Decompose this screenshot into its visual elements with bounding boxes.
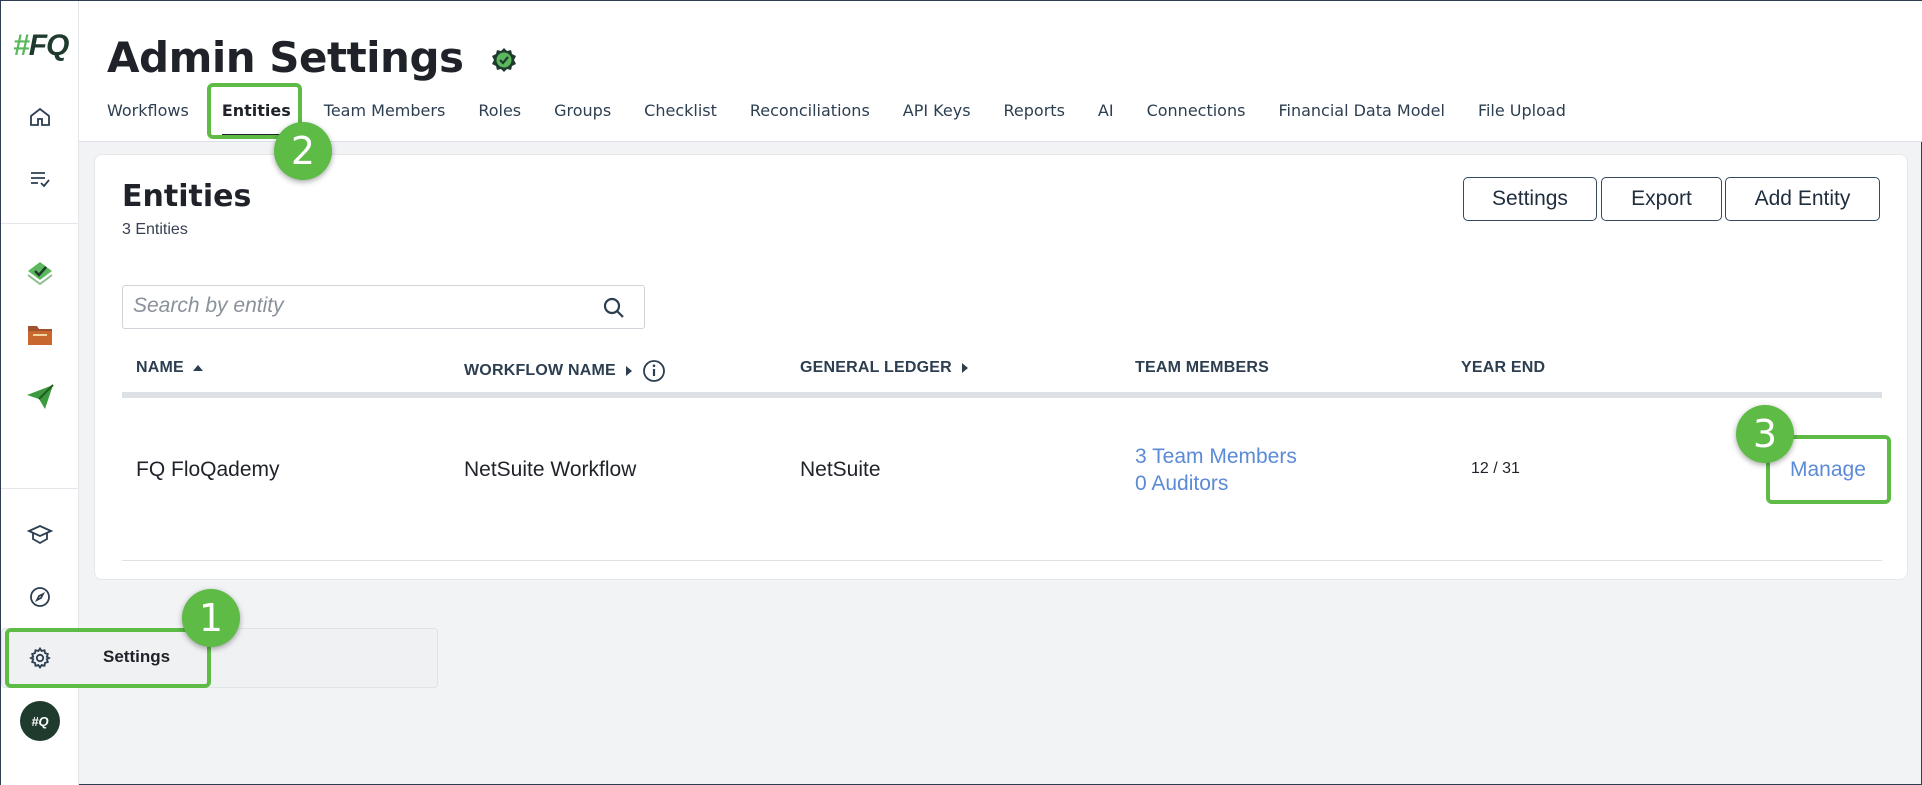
column-header-name[interactable]: NAME — [136, 359, 204, 377]
page-header: Admin Settings Workflows Entities Team M… — [79, 1, 1922, 142]
column-label-year-end: YEAR END — [1461, 359, 1546, 376]
tab-checklist[interactable]: Checklist — [644, 101, 717, 137]
folder-icon[interactable] — [22, 317, 58, 353]
step-badge-1: 1 — [182, 589, 240, 647]
tab-file-upload[interactable]: File Upload — [1478, 101, 1566, 137]
sort-toggle-icon — [625, 366, 632, 376]
avatar[interactable]: #Q — [20, 701, 60, 741]
column-label-team: TEAM MEMBERS — [1135, 359, 1269, 376]
tab-roles[interactable]: Roles — [478, 101, 521, 137]
search-icon[interactable] — [602, 296, 626, 325]
table-header-divider — [122, 392, 1882, 398]
export-button[interactable]: Export — [1601, 177, 1722, 221]
entities-card: Entities 3 Entities Settings Export Add … — [94, 154, 1908, 580]
app-logo[interactable]: #FQ — [13, 29, 70, 63]
column-header-workflow[interactable]: WORKFLOW NAME — [464, 359, 666, 383]
general-ledger: NetSuite — [800, 458, 881, 481]
tab-connections[interactable]: Connections — [1147, 101, 1246, 137]
sort-asc-icon — [192, 365, 203, 371]
tab-financial-data-model[interactable]: Financial Data Model — [1278, 101, 1444, 137]
checklist-icon[interactable] — [22, 255, 58, 291]
add-entity-button[interactable]: Add Entity — [1725, 177, 1880, 221]
row-divider — [122, 560, 1882, 561]
logo-text: FQ — [28, 29, 70, 62]
send-icon[interactable] — [22, 379, 58, 415]
tab-ai[interactable]: AI — [1098, 101, 1114, 137]
column-header-year-end: YEAR END — [1461, 359, 1545, 377]
sort-toggle-icon — [961, 363, 968, 373]
section-title: Entities — [122, 179, 252, 214]
highlight-settings — [5, 628, 211, 688]
tab-reconciliations[interactable]: Reconciliations — [750, 101, 870, 137]
search-box — [122, 285, 645, 329]
column-header-ledger[interactable]: GENERAL LEDGER — [800, 359, 970, 377]
auditors-link[interactable]: 0 Auditors — [1135, 472, 1228, 496]
step-badge-2: 2 — [274, 122, 332, 180]
home-icon[interactable] — [22, 99, 58, 135]
page-title: Admin Settings — [107, 33, 464, 82]
year-end: 12 / 31 — [1471, 460, 1520, 477]
workflow-name: NetSuite Workflow — [464, 458, 637, 481]
search-input[interactable] — [133, 286, 573, 326]
tasks-icon[interactable] — [22, 161, 58, 197]
tab-groups[interactable]: Groups — [554, 101, 611, 137]
tab-reports[interactable]: Reports — [1004, 101, 1065, 137]
settings-button[interactable]: Settings — [1463, 177, 1597, 221]
tab-api-keys[interactable]: API Keys — [903, 101, 971, 137]
academy-icon[interactable] — [22, 517, 58, 553]
admin-tabs: Workflows Entities Team Members Roles Gr… — [107, 101, 1599, 137]
column-label-ledger: GENERAL LEDGER — [800, 359, 952, 376]
column-header-team: TEAM MEMBERS — [1135, 359, 1269, 377]
step-badge-3: 3 — [1736, 405, 1794, 463]
tab-team-members[interactable]: Team Members — [324, 101, 446, 137]
column-label-name: NAME — [136, 359, 184, 376]
verified-badge-icon — [489, 45, 519, 80]
compass-icon[interactable] — [22, 579, 58, 615]
avatar-text: #Q — [31, 713, 49, 729]
entity-name: FQ FloQademy — [136, 458, 280, 481]
logo-hash: # — [13, 29, 30, 62]
tab-workflows[interactable]: Workflows — [107, 101, 189, 137]
team-members-link[interactable]: 3 Team Members — [1135, 445, 1297, 469]
column-label-workflow: WORKFLOW NAME — [464, 362, 616, 379]
info-icon[interactable] — [642, 359, 666, 383]
entity-count: 3 Entities — [122, 221, 188, 238]
